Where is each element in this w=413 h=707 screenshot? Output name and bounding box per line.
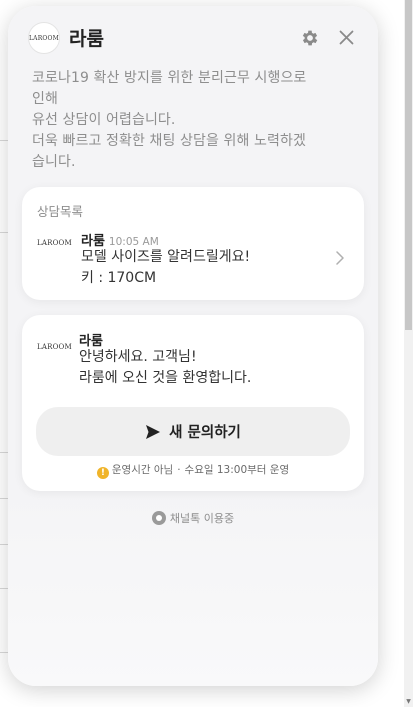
warning-icon: ! (96, 467, 109, 479)
section-title: 상담목록 (37, 204, 84, 219)
close-icon[interactable] (339, 30, 354, 45)
chat-avatar-logo: LAROOM (37, 343, 72, 351)
send-icon (146, 424, 161, 439)
message-line: 안녕하세요. 고객님! (79, 349, 197, 365)
chevron-right-icon[interactable] (335, 250, 345, 266)
channeltalk-icon (151, 511, 166, 525)
hours-status: 운영시간 아님 (111, 464, 174, 476)
notice-line: 습니다. (32, 154, 76, 170)
notice-text: 코로나19 확산 방지를 위한 분리근무 시행으로 인해 유선 상담이 어렵습니… (32, 68, 352, 173)
widget-header: LAROOM 라룸 (8, 6, 378, 70)
notice-line: 더욱 빠르고 정확한 채팅 상담을 위해 노력하겠 (32, 133, 306, 149)
message-line: 모델 사이즈를 알려드릴게요! (81, 249, 251, 265)
operating-hours: ! 운영시간 아님 · 수요일 13:00부터 운영 (22, 462, 364, 479)
welcome-card: LAROOM 라룸 안녕하세요. 고객님! 라룸에 오신 것을 환영합니다. 새… (22, 315, 364, 491)
hours-separator: · (177, 464, 181, 476)
new-inquiry-button[interactable]: 새 문의하기 (36, 407, 350, 456)
hours-info: 수요일 13:00부터 운영 (184, 464, 290, 476)
consultation-history-card[interactable]: 상담목록 LAROOM 라룸 10:05 AM 모델 사이즈를 알려드릴게요! 키… (22, 187, 364, 300)
notice-line: 코로나19 확산 방지를 위한 분리근무 시행으로 (32, 70, 307, 86)
new-inquiry-label: 새 문의하기 (169, 425, 241, 441)
message-line: 키 : 170CM (81, 270, 157, 286)
scrollbar-thumb[interactable] (405, 0, 412, 330)
welcome-message: 안녕하세요. 고객님! 라룸에 오신 것을 환영합니다. (79, 347, 251, 389)
footer-label: 채널톡 이용중 (169, 512, 235, 525)
gear-icon[interactable] (300, 28, 320, 48)
last-message: 모델 사이즈를 알려드릴게요! 키 : 170CM (81, 247, 250, 289)
notice-line: 유선 상담이 어렵습니다. (32, 112, 176, 128)
message-line: 라룸에 오신 것을 환영합니다. (79, 370, 252, 386)
notice-line: 인해 (32, 91, 58, 107)
brand-title: 라룸 (69, 28, 104, 50)
chat-widget: LAROOM 라룸 코로나19 확산 방지를 위한 분리근무 시행으로 인해 유… (8, 6, 378, 686)
powered-by-footer[interactable]: 채널톡 이용중 (8, 510, 378, 526)
brand-logo-text: LAROOM (28, 34, 60, 42)
scroll-down-arrow-icon[interactable]: ▼ (405, 699, 412, 705)
page-scrollbar[interactable]: ▼ (404, 0, 413, 707)
chat-avatar-logo: LAROOM (37, 239, 72, 247)
brand-logo: LAROOM (28, 22, 60, 54)
